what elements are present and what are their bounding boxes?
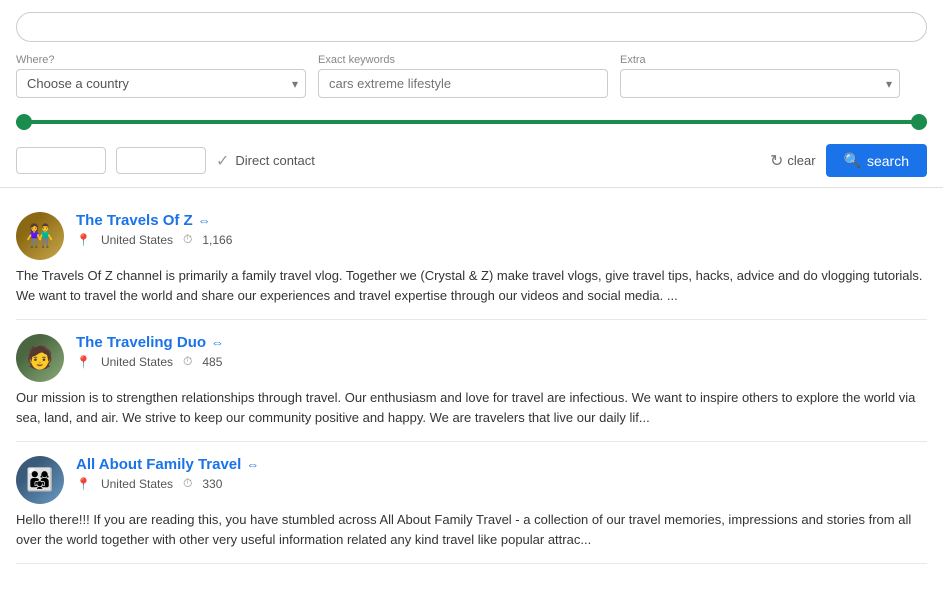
range-min-input[interactable]: 0 (16, 147, 106, 174)
channel-name-text: All About Family Travel (76, 456, 241, 473)
slider-row (16, 108, 927, 136)
result-header: 🧑 The Traveling Duo ⇔ 📍 United States ⏱ … (16, 334, 927, 382)
location-icon: 📍 (76, 233, 91, 247)
location-icon: 📍 (76, 477, 91, 491)
meta-row: 📍 United States ⏱ 1,166 (76, 232, 927, 247)
clear-label: clear (787, 153, 815, 168)
channel-info: The Travels Of Z ⇔ 📍 United States ⏱ 1,1… (76, 212, 927, 247)
country-select-wrapper: Choose a country United States United Ki… (16, 69, 306, 98)
keywords-input[interactable] (318, 69, 608, 98)
subscribers-icon: ⏱ (183, 476, 192, 491)
direct-contact-toggle[interactable]: ✓ Direct contact (216, 151, 315, 171)
external-link-icon: ⇔ (211, 335, 224, 350)
extra-select-wrapper: ▾ (620, 69, 900, 98)
avatar: 👫 (16, 212, 64, 260)
channel-country: United States (101, 477, 173, 491)
channel-info: All About Family Travel ⇔ 📍 United State… (76, 456, 927, 491)
channel-name-text: The Travels Of Z (76, 212, 193, 229)
clear-button[interactable]: ↻ clear (770, 151, 816, 171)
avatar: 🧑 (16, 334, 64, 382)
result-item: 🧑 The Traveling Duo ⇔ 📍 United States ⏱ … (16, 320, 927, 442)
external-link-icon: ⇔ (198, 213, 211, 228)
country-filter-label: Where? (16, 54, 306, 66)
channel-name-link[interactable]: The Travels Of Z ⇔ (76, 212, 211, 229)
channel-country: United States (101, 355, 173, 369)
filters-row: Where? Choose a country United States Un… (16, 54, 927, 98)
results-section: 👫 The Travels Of Z ⇔ 📍 United States ⏱ 1… (0, 188, 943, 574)
search-button-label: search (867, 153, 909, 169)
external-link-icon: ⇔ (246, 457, 259, 472)
slider-handle-left[interactable] (16, 114, 32, 130)
channel-name-link[interactable]: All About Family Travel ⇔ (76, 456, 259, 473)
slider-handle-right[interactable] (911, 114, 927, 130)
extra-filter-group: Extra ▾ (620, 54, 900, 98)
location-icon: 📍 (76, 355, 91, 369)
refresh-icon: ↻ (770, 151, 783, 171)
controls-row: 0 60000000 ✓ Direct contact ↻ clear 🔍 se… (16, 144, 927, 177)
keywords-filter-label: Exact keywords (318, 54, 608, 66)
avatar: 👨‍👩‍👧 (16, 456, 64, 504)
channel-subscribers: 330 (202, 477, 222, 491)
keywords-filter-group: Exact keywords (318, 54, 608, 98)
channel-description: Hello there!!! If you are reading this, … (16, 510, 927, 549)
range-max-input[interactable]: 60000000 (116, 147, 206, 174)
channel-country: United States (101, 233, 173, 247)
channel-subscribers: 485 (202, 355, 222, 369)
top-section: travel Where? Choose a country United St… (0, 0, 943, 188)
channel-name-link[interactable]: The Traveling Duo ⇔ (76, 334, 224, 351)
subscribers-icon: ⏱ (183, 354, 192, 369)
channel-subscribers: 1,166 (202, 233, 232, 247)
subscribers-icon: ⏱ (183, 232, 192, 247)
channel-info: The Traveling Duo ⇔ 📍 United States ⏱ 48… (76, 334, 927, 369)
main-search-input[interactable]: travel (31, 19, 912, 35)
extra-select[interactable] (620, 69, 900, 98)
country-select[interactable]: Choose a country United States United Ki… (16, 69, 306, 98)
result-item: 👫 The Travels Of Z ⇔ 📍 United States ⏱ 1… (16, 198, 927, 320)
range-slider-container (16, 112, 927, 132)
checkmark-icon: ✓ (216, 151, 229, 171)
extra-filter-label: Extra (620, 54, 900, 66)
search-button[interactable]: 🔍 search (826, 144, 927, 177)
channel-name-text: The Traveling Duo (76, 334, 206, 351)
country-filter-group: Where? Choose a country United States Un… (16, 54, 306, 98)
meta-row: 📍 United States ⏱ 330 (76, 476, 927, 491)
result-header: 👫 The Travels Of Z ⇔ 📍 United States ⏱ 1… (16, 212, 927, 260)
main-search-bar: travel (16, 12, 927, 42)
slider-track (16, 120, 927, 124)
result-item: 👨‍👩‍👧 All About Family Travel ⇔ 📍 United… (16, 442, 927, 564)
result-header: 👨‍👩‍👧 All About Family Travel ⇔ 📍 United… (16, 456, 927, 504)
direct-contact-label: Direct contact (235, 153, 314, 168)
search-button-icon: 🔍 (844, 152, 861, 169)
channel-description: Our mission is to strengthen relationshi… (16, 388, 927, 427)
meta-row: 📍 United States ⏱ 485 (76, 354, 927, 369)
channel-description: The Travels Of Z channel is primarily a … (16, 266, 927, 305)
